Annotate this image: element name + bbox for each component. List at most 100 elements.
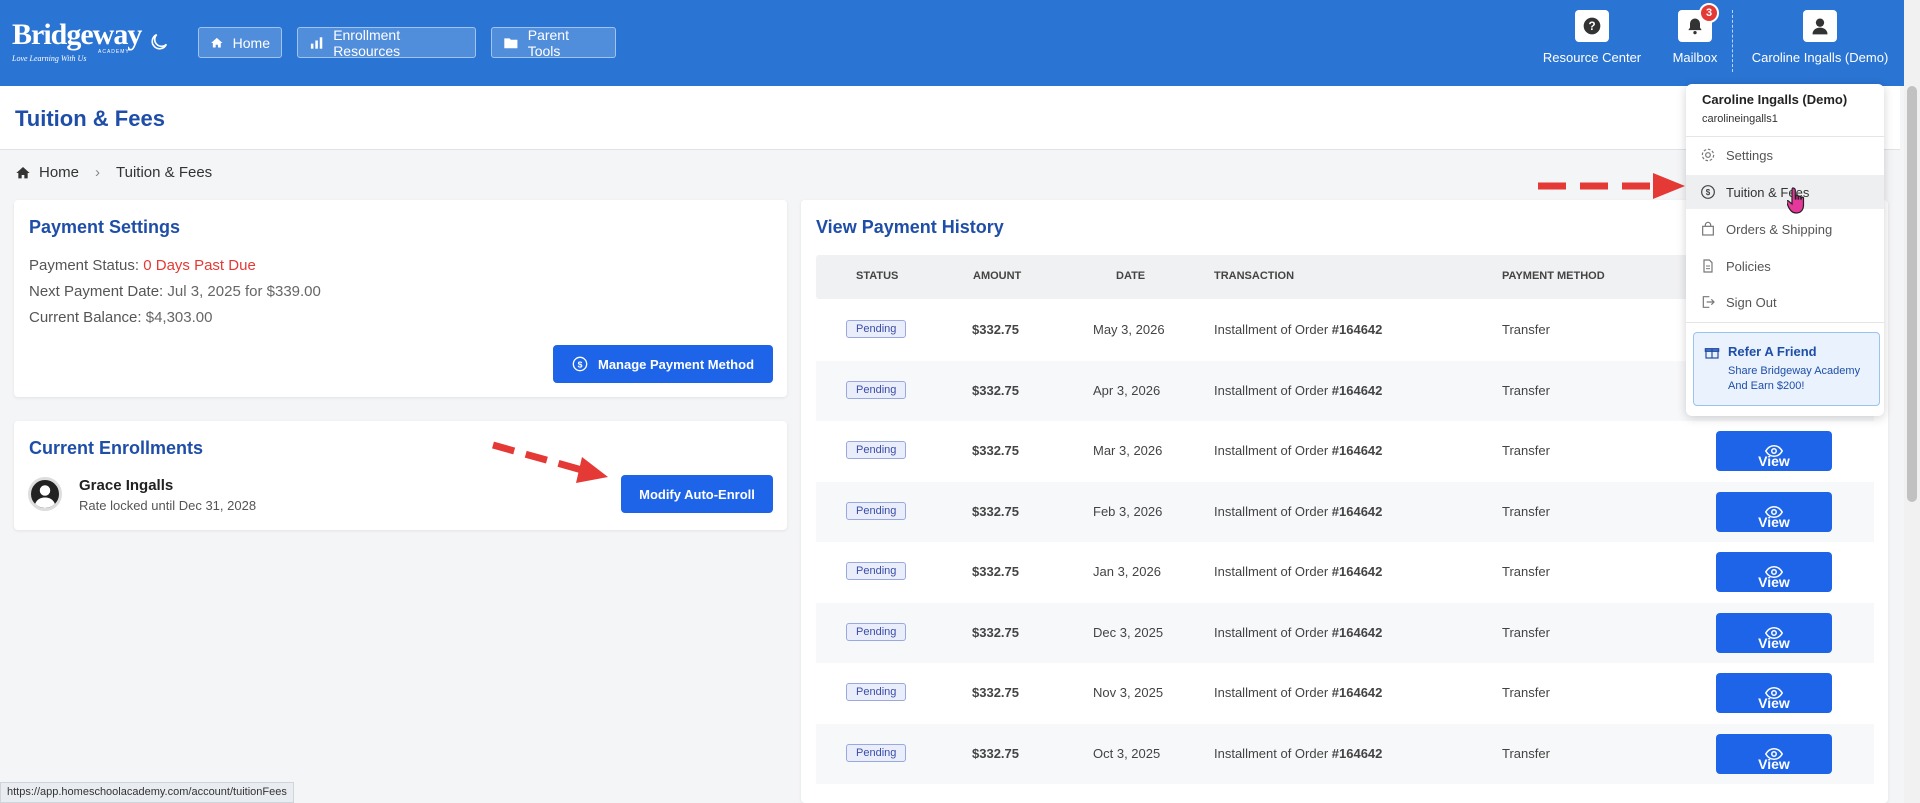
menu-item-orders-shipping[interactable]: Orders & Shipping xyxy=(1686,212,1884,246)
date-cell: Feb 3, 2026 xyxy=(1093,503,1163,519)
breadcrumb-home-link[interactable]: Home xyxy=(39,164,79,181)
dropdown-divider xyxy=(1686,322,1884,323)
payment-method-cell: Transfer xyxy=(1502,443,1550,458)
view-button-label: View xyxy=(1758,755,1790,772)
transaction-cell: Installment of Order #164642 xyxy=(1214,443,1382,458)
header-payment-method: PAYMENT METHOD xyxy=(1502,270,1605,282)
view-button-label: View xyxy=(1758,695,1790,711)
svg-text:?: ? xyxy=(1588,20,1595,33)
sign-out-icon xyxy=(1702,296,1715,308)
transaction-cell: Installment of Order #164642 xyxy=(1214,625,1382,640)
payment-method-cell: Transfer xyxy=(1502,624,1550,640)
user-menu-button[interactable]: Caroline Ingalls (Demo) xyxy=(1744,10,1896,65)
nav-divider xyxy=(1732,10,1733,72)
manage-payment-method-label: Manage Payment Method xyxy=(597,356,755,372)
payment-method-cell: Transfer xyxy=(1502,322,1550,337)
view-button[interactable]: View xyxy=(1716,491,1832,532)
amount-cell: $332.75 xyxy=(972,503,1019,519)
order-number: #164642 xyxy=(1331,503,1383,519)
header-amount: AMOUNT xyxy=(973,270,1022,282)
view-button[interactable]: View xyxy=(1716,673,1832,713)
table-row: Pending $332.75 Nov 3, 2025 Installment of … xyxy=(816,663,1874,723)
next-payment-line: Next Payment Date: Jul 3, 2025 for $339.… xyxy=(29,283,321,300)
annotation-arrow-tuition xyxy=(1538,173,1685,199)
payment-method-cell: Transfer xyxy=(1502,503,1550,519)
student-avatar xyxy=(28,477,62,511)
transaction-text: Installment of Order xyxy=(1214,503,1329,519)
status-badge: Pending xyxy=(846,743,907,762)
shopping-bag-icon xyxy=(1702,221,1714,236)
dollar-circle-icon: $ xyxy=(572,356,588,372)
view-button[interactable]: View xyxy=(1716,552,1832,592)
refer-title: Refer A Friend xyxy=(1728,344,1817,359)
transaction-cell: Installment of Order #164642 xyxy=(1214,746,1382,761)
date-cell: May 3, 2026 xyxy=(1093,322,1165,337)
current-balance-label: Current Balance: xyxy=(29,309,142,326)
menu-item-settings-label: Settings xyxy=(1726,147,1773,163)
nav-home-label: Home xyxy=(232,34,270,51)
menu-item-sign-out[interactable]: Sign Out xyxy=(1686,285,1884,319)
transaction-cell: Installment of Order #164642 xyxy=(1214,504,1382,519)
menu-item-policies[interactable]: Policies xyxy=(1686,249,1884,283)
browser-status-url: https://app.homeschoolacademy.com/accoun… xyxy=(0,782,294,803)
menu-item-tuition-fees[interactable]: $ Tuition & Fees xyxy=(1686,175,1884,209)
gift-icon xyxy=(1704,348,1720,359)
transaction-cell: Installment of Order #164642 xyxy=(1214,322,1382,337)
nav-enrollment-resources-button[interactable]: Enrollment Resources xyxy=(297,27,476,59)
status-badge: Pending xyxy=(846,320,907,338)
house-icon xyxy=(211,37,223,48)
menu-item-settings[interactable]: Settings xyxy=(1686,138,1884,172)
menu-item-sign-out-label: Sign Out xyxy=(1726,294,1777,310)
table-row: Pending $332.75 Feb 3, 2026 Installment of … xyxy=(816,481,1874,542)
payment-status-value: 0 Days Past Due xyxy=(143,257,256,274)
breadcrumb-chevron-icon: › xyxy=(95,164,101,181)
mailbox-label: Mailbox xyxy=(1672,50,1718,65)
order-number: #164642 xyxy=(1331,443,1383,458)
view-button[interactable]: View xyxy=(1716,733,1832,774)
nav-home-button[interactable]: Home xyxy=(198,27,282,58)
amount-cell: $332.75 xyxy=(972,685,1019,700)
view-button[interactable]: View xyxy=(1716,612,1832,653)
folder-icon xyxy=(504,37,518,48)
order-number: #164642 xyxy=(1331,624,1383,640)
table-row: Pending $332.75 Mar 3, 2026 Installment of … xyxy=(816,421,1874,481)
menu-item-orders-shipping-label: Orders & Shipping xyxy=(1726,221,1833,237)
payment-settings-title: Payment Settings xyxy=(29,217,181,237)
view-button-label: View xyxy=(1758,634,1790,651)
table-row: Pending $332.75 Jan 3, 2026 Installment of … xyxy=(816,542,1874,602)
resource-center-label: Resource Center xyxy=(1542,50,1642,65)
payment-settings-card: Payment Settings Payment Status: 0 Days … xyxy=(14,200,787,397)
annotation-arrow-modify xyxy=(492,441,608,483)
order-number: #164642 xyxy=(1331,745,1383,761)
menu-item-policies-label: Policies xyxy=(1726,258,1771,274)
page-scrollbar-thumb[interactable] xyxy=(1907,86,1917,502)
view-button[interactable]: View xyxy=(1716,431,1832,471)
user-menu-label: Caroline Ingalls (Demo) xyxy=(1751,50,1889,65)
hand-pointer-cursor-icon xyxy=(1787,187,1805,214)
mailbox-button[interactable]: 3 Mailbox xyxy=(1664,3,1726,65)
dropdown-user-name: Caroline Ingalls (Demo) xyxy=(1702,92,1848,107)
status-badge: Pending xyxy=(846,380,907,399)
date-cell: Mar 3, 2026 xyxy=(1093,443,1163,458)
document-icon xyxy=(1703,259,1713,273)
nav-parent-tools-button[interactable]: Parent Tools xyxy=(491,27,616,59)
manage-payment-method-button[interactable]: $ Manage Payment Method xyxy=(553,345,773,383)
dropdown-username: carolineingalls1 xyxy=(1702,113,1778,125)
question-circle-icon: ? xyxy=(1583,17,1601,35)
resource-center-button[interactable]: ? Resource Center xyxy=(1540,10,1644,65)
dark-mode-moon-icon[interactable] xyxy=(148,31,170,53)
order-number: #164642 xyxy=(1331,685,1383,700)
transaction-text: Installment of Order xyxy=(1214,745,1329,761)
person-silhouette-icon xyxy=(34,485,56,508)
rate-locked-note: Rate locked until Dec 31, 2028 xyxy=(79,498,257,513)
status-badge: Pending xyxy=(846,683,907,701)
date-cell: Nov 3, 2025 xyxy=(1093,685,1164,700)
payment-method-cell: Transfer xyxy=(1502,564,1550,579)
current-balance-line: Current Balance: $4,303.00 xyxy=(29,309,321,326)
transaction-text: Installment of Order xyxy=(1214,564,1329,579)
refer-a-friend-banner[interactable]: Refer A Friend Share Bridgeway Academy A… xyxy=(1693,332,1880,406)
modify-auto-enroll-button[interactable]: Modify Auto-Enroll xyxy=(621,475,773,513)
bridgeway-logo[interactable]: Bridgeway ACADEMY Love Learning With Us xyxy=(12,20,142,64)
gear-icon xyxy=(1701,148,1715,162)
current-balance-value: $4,303.00 xyxy=(145,309,213,326)
